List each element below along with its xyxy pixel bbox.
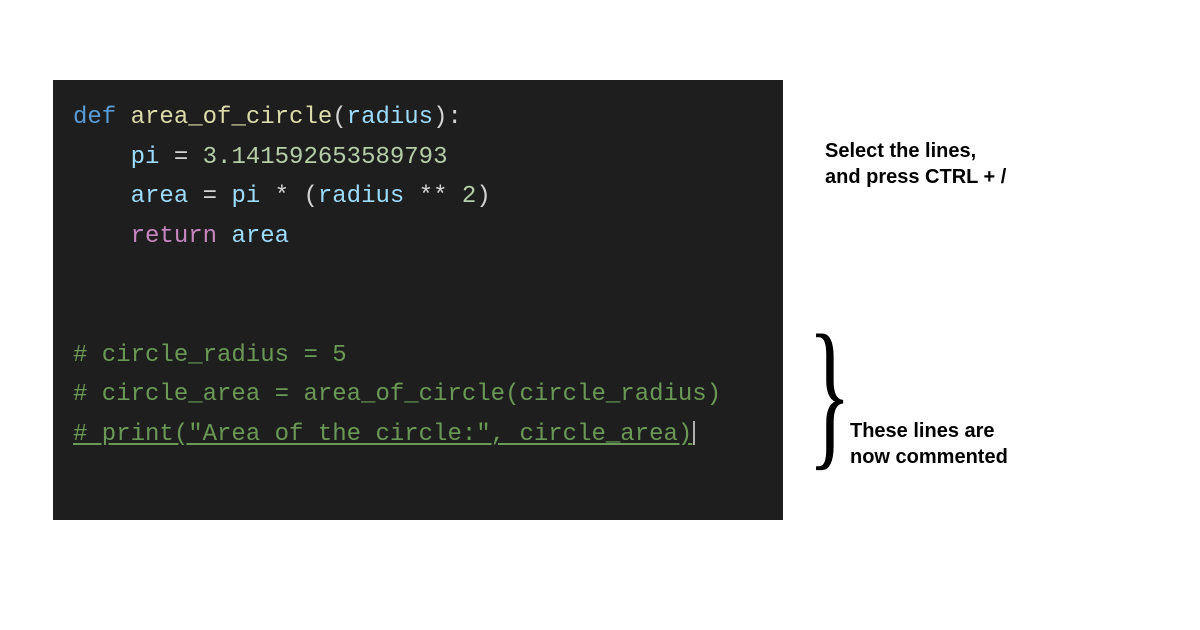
annotation-instruction: Select the lines, and press CTRL + / [825,138,1006,190]
keyword-def: def [73,104,116,131]
code-line-9: # print("Area of the circle:", circle_ar… [73,415,783,455]
annotation-result: These lines are now commented [850,418,1008,470]
code-editor[interactable]: def area_of_circle(radius): pi = 3.14159… [53,80,783,520]
num-two: 2 [462,183,476,210]
op-eq: = [159,144,202,171]
code-line-7: # circle_radius = 5 [73,336,783,376]
num-pi: 3.141592653589793 [203,144,448,171]
comment-line-3: # print("Area of the circle:", circle_ar… [73,421,692,448]
code-line-4: return area [73,217,783,257]
comment-line-1: # circle_radius = 5 [73,342,347,369]
var-area: area [131,183,189,210]
text-cursor [693,421,695,445]
annotation-top-line1: Select the lines, [825,138,1006,164]
comment-line-2: # circle_area = area_of_circle(circle_ra… [73,381,721,408]
param-radius: radius [347,104,433,131]
code-line-8: # circle_area = area_of_circle(circle_ra… [73,375,783,415]
code-line-6-empty [73,296,783,336]
code-line-3: area = pi * (radius ** 2) [73,177,783,217]
var-radius-ref: radius [318,183,404,210]
paren-open: ( [332,104,346,131]
function-name: area_of_circle [131,104,333,131]
var-area-ref: area [231,223,289,250]
code-line-5-empty [73,256,783,296]
annotation-top-line2: and press CTRL + / [825,164,1006,190]
annotation-bottom-line1: These lines are [850,418,1008,444]
paren-close-colon: ): [433,104,462,131]
code-line-1: def area_of_circle(radius): [73,98,783,138]
var-pi: pi [131,144,160,171]
keyword-return: return [131,223,217,250]
var-pi-ref: pi [231,183,260,210]
annotation-bottom-line2: now commented [850,444,1008,470]
curly-brace-icon: } [808,310,852,475]
code-line-2: pi = 3.141592653589793 [73,138,783,178]
